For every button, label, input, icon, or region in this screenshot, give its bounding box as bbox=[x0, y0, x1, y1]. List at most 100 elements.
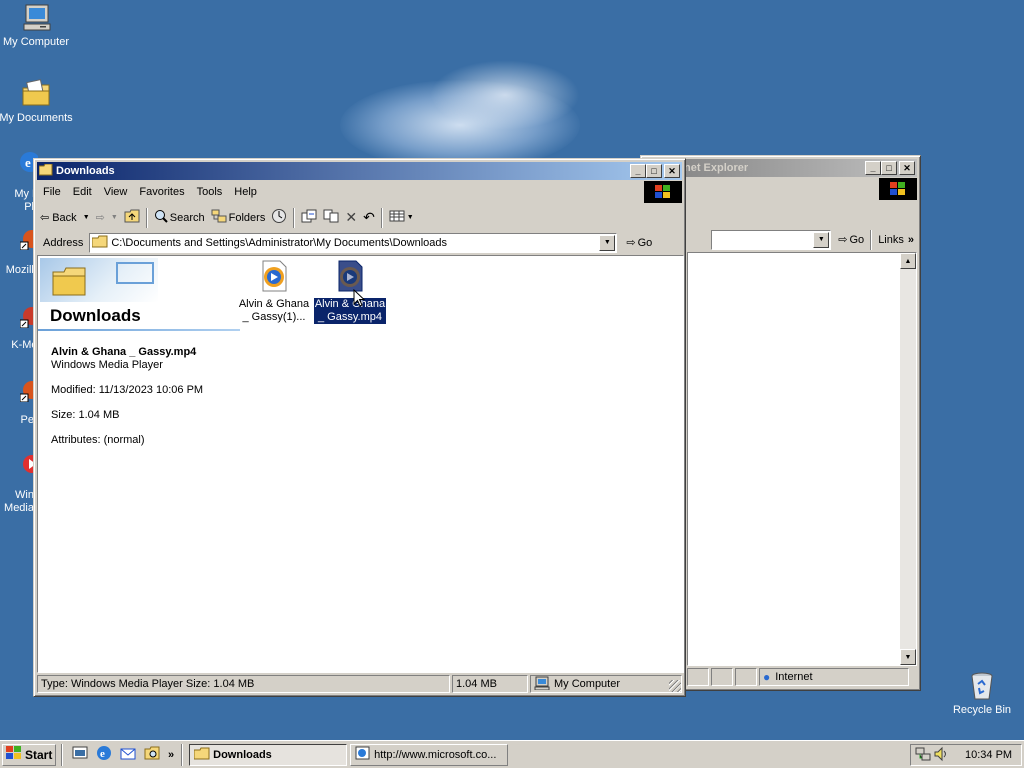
copy-to-button[interactable] bbox=[320, 207, 342, 229]
status-zone: My Computer bbox=[530, 675, 682, 693]
taskbar: Start e » Downloads http://www.microsoft… bbox=[0, 740, 1024, 768]
dropdown-arrow-icon[interactable]: ▼ bbox=[599, 234, 616, 251]
desktop-icon-recycle-bin[interactable]: Recycle Bin bbox=[944, 670, 1020, 717]
quick-launch: e » bbox=[68, 745, 178, 764]
detail-modified: Modified: 11/13/2023 10:06 PM bbox=[51, 384, 204, 396]
header-graphic bbox=[116, 262, 154, 284]
detail-size: Size: 1.04 MB bbox=[51, 409, 120, 421]
maximize-button[interactable]: □ bbox=[881, 161, 897, 175]
ie-links-button[interactable]: Links» bbox=[875, 229, 917, 251]
go-label: Go bbox=[637, 236, 653, 249]
ie-address-input[interactable]: ▼ bbox=[711, 229, 832, 250]
start-button[interactable]: Start bbox=[2, 743, 56, 766]
partial-label: Pl bbox=[24, 201, 34, 213]
taskbar-button-downloads[interactable]: Downloads bbox=[189, 743, 348, 766]
maximize-button[interactable]: □ bbox=[646, 164, 662, 178]
globe-icon: ● bbox=[763, 670, 771, 684]
desktop-icon-my-computer[interactable]: My Computer bbox=[0, 2, 74, 49]
forward-button[interactable]: ⇨ ▼ bbox=[93, 207, 121, 229]
back-button[interactable]: ⇦ Back ▼ bbox=[37, 207, 93, 229]
undo-button[interactable]: ↶ bbox=[360, 207, 378, 229]
views-icon bbox=[389, 210, 405, 225]
menu-view[interactable]: View bbox=[98, 186, 134, 198]
scroll-down-button[interactable]: ▼ bbox=[900, 649, 916, 665]
menu-edit[interactable]: Edit bbox=[67, 186, 98, 198]
delete-button[interactable]: ✕ bbox=[342, 207, 360, 229]
folders-label: Folders bbox=[228, 211, 266, 224]
desktop-icon-my-documents[interactable]: My Documents bbox=[0, 78, 74, 125]
scroll-up-button[interactable]: ▲ bbox=[900, 253, 916, 269]
panel-folder-title: Downloads bbox=[50, 306, 141, 325]
ie-scrollbar[interactable]: ▲ ▼ bbox=[900, 253, 916, 665]
go-arrow-icon: ⇨ bbox=[838, 234, 848, 246]
address-value: C:\Documents and Settings\Administrator\… bbox=[111, 236, 447, 249]
explorer-statusbar: Type: Windows Media Player Size: 1.04 MB… bbox=[37, 675, 684, 695]
ie-zone: ● Internet bbox=[759, 668, 909, 686]
resize-grip[interactable] bbox=[669, 680, 681, 692]
menu-help[interactable]: Help bbox=[228, 186, 263, 198]
folder-icon bbox=[91, 235, 108, 251]
history-button[interactable] bbox=[268, 207, 290, 229]
network-icon[interactable] bbox=[915, 746, 931, 765]
undo-icon: ↶ bbox=[363, 209, 375, 225]
go-label: Go bbox=[849, 233, 865, 246]
folders-button[interactable]: Folders bbox=[208, 207, 269, 229]
chevron-right-icon[interactable]: » bbox=[168, 749, 174, 761]
file-label: Alvin & Ghana _ Gassy(1)... bbox=[238, 298, 310, 323]
detail-file-name: Alvin & Ghana _ Gassy.mp4 bbox=[51, 346, 197, 358]
explorer-window[interactable]: Downloads _ □ ✕ File Edit View Favorites… bbox=[33, 158, 686, 697]
minimize-button[interactable]: _ bbox=[865, 161, 881, 175]
search-folder-icon[interactable] bbox=[144, 745, 160, 764]
desktop-icon-label: My Computer bbox=[2, 36, 70, 48]
views-button[interactable]: ▼ bbox=[386, 207, 417, 229]
search-button[interactable]: Search bbox=[151, 207, 208, 229]
zone-label: My Computer bbox=[554, 678, 621, 690]
mouse-cursor-icon bbox=[353, 288, 366, 310]
file-label: Alvin & Ghana _ Gassy.mp4 bbox=[312, 297, 388, 325]
links-label: Links bbox=[878, 233, 904, 246]
volume-icon[interactable] bbox=[933, 746, 949, 765]
menu-favorites[interactable]: Favorites bbox=[133, 186, 190, 198]
taskbar-button-ie[interactable]: http://www.microsoft.co... bbox=[350, 743, 509, 766]
folder-view[interactable]: Downloads Alvin & Ghana _ Gassy.mp4 Wind… bbox=[37, 255, 684, 673]
file-item[interactable]: Alvin & Ghana _ Gassy(1)... bbox=[237, 260, 311, 324]
panel-divider bbox=[38, 329, 240, 331]
close-button[interactable]: ✕ bbox=[899, 161, 915, 175]
status-info: Type: Windows Media Player Size: 1.04 MB bbox=[37, 675, 450, 693]
dropdown-arrow-icon[interactable]: ▼ bbox=[813, 231, 830, 248]
ie-window-title: net Explorer bbox=[684, 162, 749, 174]
copy-to-icon bbox=[323, 209, 339, 226]
outlook-express-icon[interactable] bbox=[120, 745, 136, 764]
address-input[interactable]: C:\Documents and Settings\Administrator\… bbox=[89, 232, 618, 253]
up-folder-icon bbox=[124, 209, 140, 226]
move-to-button[interactable] bbox=[298, 207, 320, 229]
show-desktop-icon[interactable] bbox=[72, 745, 88, 764]
svg-text:e: e bbox=[25, 155, 31, 170]
ie-go-button[interactable]: ⇨ Go bbox=[835, 229, 867, 251]
folder-icon bbox=[193, 747, 210, 763]
explorer-titlebar[interactable]: Downloads _ □ ✕ bbox=[37, 162, 682, 180]
start-label: Start bbox=[25, 747, 53, 762]
desktop-icon-label: My Documents bbox=[0, 112, 73, 124]
task-label: http://www.microsoft.co... bbox=[374, 748, 497, 761]
up-folder-button[interactable] bbox=[121, 207, 143, 229]
large-folder-icon bbox=[52, 266, 86, 299]
zone-label: Internet bbox=[775, 671, 813, 683]
menu-tools[interactable]: Tools bbox=[191, 186, 229, 198]
menubar: File Edit View Favorites Tools Help bbox=[37, 181, 682, 203]
ie-content-area: ▲ ▼ bbox=[687, 252, 917, 666]
close-button[interactable]: ✕ bbox=[664, 164, 680, 178]
windows-logo bbox=[644, 181, 682, 203]
internet-explorer-icon[interactable]: e bbox=[96, 745, 112, 764]
minimize-button[interactable]: _ bbox=[630, 164, 646, 178]
chevron-down-icon[interactable]: ▼ bbox=[83, 214, 90, 221]
go-arrow-icon: ⇨ bbox=[626, 237, 636, 249]
chevron-right-icon: » bbox=[907, 233, 914, 246]
file-item[interactable]: Alvin & Ghana _ Gassy.mp4 bbox=[312, 260, 388, 325]
menu-file[interactable]: File bbox=[37, 186, 67, 198]
detail-file-type: Windows Media Player bbox=[51, 359, 163, 371]
window-title: Downloads bbox=[56, 165, 115, 177]
go-button[interactable]: ⇨ Go bbox=[623, 232, 655, 254]
search-label: Search bbox=[169, 211, 205, 224]
clock[interactable]: 10:34 PM bbox=[965, 749, 1012, 761]
